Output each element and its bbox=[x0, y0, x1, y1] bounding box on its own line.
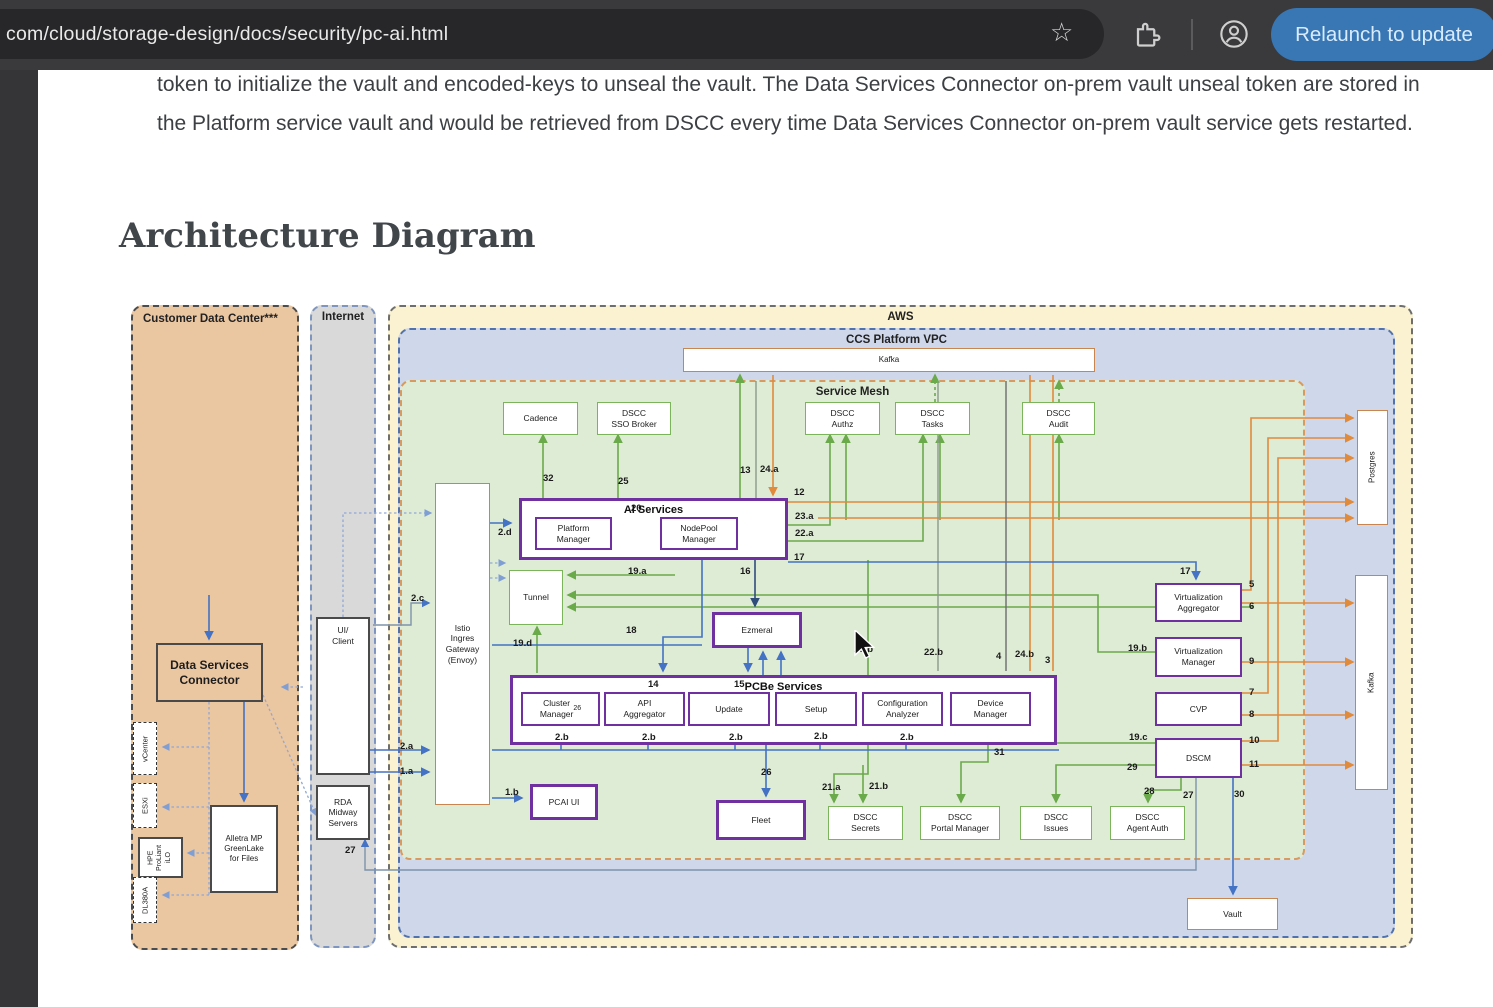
edge-label: 21.a bbox=[822, 782, 841, 793]
edge-label: 30 bbox=[1234, 789, 1245, 800]
edge-label: 28 bbox=[1144, 786, 1155, 797]
edge-label: 2.a bbox=[400, 741, 413, 752]
window-left-edge bbox=[0, 70, 38, 1007]
edge-label: 1.a bbox=[400, 766, 413, 777]
edge-label: 20 bbox=[631, 503, 642, 514]
edge-label: 1.b bbox=[505, 787, 519, 798]
browser-toolbar: com/cloud/storage-design/docs/security/p… bbox=[0, 0, 1493, 70]
edge-label: 4 bbox=[996, 651, 1001, 662]
edge-label: 7 bbox=[1249, 687, 1254, 698]
edge-label: 2.c bbox=[411, 593, 424, 604]
edge-label: 22.b bbox=[924, 647, 943, 658]
page-title: Architecture Diagram bbox=[119, 216, 536, 256]
edge-label: 12 bbox=[794, 487, 805, 498]
edge-label: 13 bbox=[740, 465, 751, 476]
edge-label: 11 bbox=[1249, 759, 1259, 770]
edge-label: 22.a bbox=[795, 528, 814, 539]
edge-label: 29 bbox=[1127, 762, 1138, 773]
edge-label: 2.b bbox=[814, 731, 828, 742]
edge-label: 19.c bbox=[1129, 732, 1148, 743]
edge-label: 21.b bbox=[869, 781, 888, 792]
edge-label: 2.b bbox=[729, 732, 743, 743]
edge-label: 9 bbox=[1249, 656, 1254, 667]
edge-label: 2.d bbox=[498, 527, 512, 538]
edge-label: 2.b bbox=[900, 732, 914, 743]
edge-label: 3 bbox=[1045, 655, 1050, 666]
edge-label: 31 bbox=[994, 747, 1005, 758]
edge-label: 19.b bbox=[1128, 643, 1147, 654]
edge-label: 17 bbox=[1180, 566, 1191, 577]
edge-label: 27 bbox=[345, 845, 356, 856]
edge-label: 19.a bbox=[628, 566, 647, 577]
edge-label: 8 bbox=[1249, 709, 1254, 720]
edge-labels-layer: 32 25 13 24.a 12 23.a 22.a 17 16 19.a 20 2.d 2.c 19.d… bbox=[118, 295, 1414, 957]
url-bar[interactable]: com/cloud/storage-design/docs/security/p… bbox=[0, 9, 1104, 59]
edge-label: 2.b bbox=[555, 732, 569, 743]
edge-label: 15 bbox=[734, 679, 745, 690]
edge-label: 16 bbox=[740, 566, 751, 577]
extensions-puzzle-icon[interactable] bbox=[1133, 18, 1163, 48]
url-text[interactable]: com/cloud/storage-design/docs/security/p… bbox=[6, 9, 448, 59]
edge-label: 14 bbox=[648, 679, 659, 690]
toolbar-divider bbox=[1191, 19, 1193, 50]
edge-label: 26 bbox=[761, 767, 772, 778]
edge-label: 27 bbox=[1183, 790, 1194, 801]
bookmark-star-icon[interactable]: ☆ bbox=[1050, 17, 1073, 48]
edge-label: 32 bbox=[543, 473, 554, 484]
edge-label: 6 bbox=[1249, 601, 1254, 612]
edge-label: 23.a bbox=[795, 511, 814, 522]
edge-label: 19.d bbox=[513, 638, 532, 649]
mouse-cursor bbox=[853, 630, 879, 660]
edge-label: 2.b bbox=[642, 732, 656, 743]
edge-label: 25 bbox=[618, 476, 629, 487]
architecture-diagram: Customer Data Center*** Internet AWS CCS… bbox=[118, 295, 1414, 957]
edge-label: 5 bbox=[1249, 579, 1254, 590]
edge-label: 24.a bbox=[760, 464, 779, 475]
edge-label: 18 bbox=[626, 625, 637, 636]
edge-label: 17 bbox=[794, 552, 805, 563]
edge-label: 10 bbox=[1249, 735, 1260, 746]
edge-label: 24.b bbox=[1015, 649, 1034, 660]
body-paragraph: token to initialize the vault and encode… bbox=[157, 66, 1429, 143]
relaunch-to-update-button[interactable]: Relaunch to update bbox=[1271, 8, 1493, 61]
profile-icon[interactable] bbox=[1218, 18, 1250, 50]
